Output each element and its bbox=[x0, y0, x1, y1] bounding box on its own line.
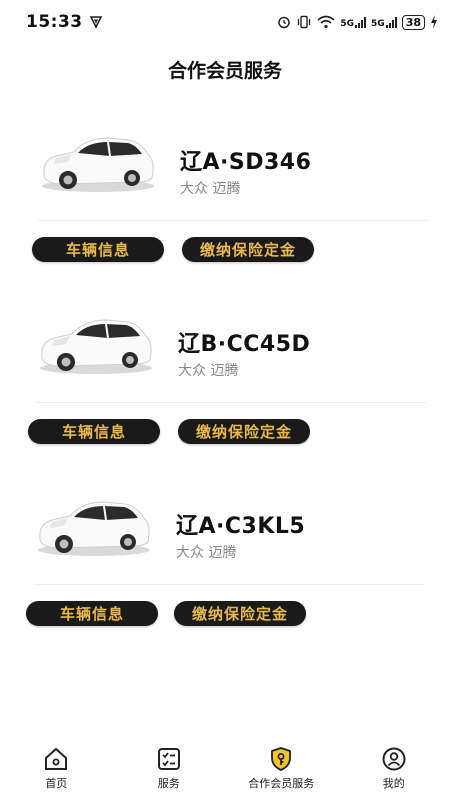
network-type-1: 5G bbox=[340, 19, 355, 29]
car-card[interactable]: 辽B·CC45D 大众 迈腾 车辆信息 缴纳保险定金 bbox=[28, 306, 450, 476]
vehicle-info-button[interactable]: 车辆信息 bbox=[28, 419, 160, 444]
car-card[interactable]: 辽A·SD346 大众 迈腾 车辆信息 缴纳保险定金 bbox=[32, 124, 450, 294]
tab-service[interactable]: 服务 bbox=[114, 740, 224, 791]
network-type-2: 5G bbox=[371, 19, 385, 29]
battery-indicator: 38 bbox=[401, 14, 425, 30]
pay-deposit-button[interactable]: 缴纳保险定金 bbox=[182, 237, 314, 262]
divider bbox=[34, 584, 424, 585]
tab-member-service[interactable]: 合作会员服务 bbox=[226, 740, 336, 791]
car-image bbox=[36, 308, 156, 378]
car-image bbox=[34, 490, 154, 560]
car-model: 大众 迈腾 bbox=[180, 181, 241, 197]
wifi-icon bbox=[317, 15, 335, 29]
status-time: 15:33 bbox=[26, 12, 83, 32]
car-model: 大众 迈腾 bbox=[178, 363, 239, 379]
vehicle-info-button[interactable]: 车辆信息 bbox=[26, 601, 158, 626]
divider bbox=[38, 220, 428, 221]
status-bar: 15:33 5G 5G 38 bbox=[0, 0, 450, 44]
user-icon bbox=[382, 747, 406, 771]
vpn-icon bbox=[89, 16, 102, 29]
car-image bbox=[38, 126, 158, 196]
car-card[interactable]: 辽A·C3KL5 大众 迈腾 车辆信息 缴纳保险定金 bbox=[26, 488, 450, 658]
tab-mine[interactable]: 我的 bbox=[339, 740, 449, 791]
car-plate: 辽A·C3KL5 bbox=[176, 514, 306, 539]
car-model: 大众 迈腾 bbox=[176, 545, 237, 561]
signal-icon bbox=[355, 16, 367, 28]
vibrate-icon bbox=[298, 15, 311, 29]
car-plate: 辽B·CC45D bbox=[178, 332, 311, 357]
tab-home[interactable]: 首页 bbox=[1, 740, 111, 791]
tab-label: 我的 bbox=[382, 777, 405, 790]
pay-deposit-button[interactable]: 缴纳保险定金 bbox=[178, 419, 310, 444]
charging-icon bbox=[431, 15, 437, 29]
tab-label: 合作会员服务 bbox=[248, 777, 315, 790]
pay-deposit-button[interactable]: 缴纳保险定金 bbox=[174, 601, 306, 626]
shield-key-icon bbox=[271, 747, 292, 771]
page-title: 合作会员服务 bbox=[167, 60, 282, 82]
car-plate: 辽A·SD346 bbox=[180, 150, 312, 175]
vehicle-info-button[interactable]: 车辆信息 bbox=[32, 237, 164, 262]
tab-label: 首页 bbox=[45, 777, 68, 790]
home-icon bbox=[45, 748, 68, 770]
divider bbox=[36, 402, 426, 403]
tab-label: 服务 bbox=[157, 777, 180, 790]
service-list-icon bbox=[157, 748, 180, 770]
alarm-icon bbox=[278, 16, 291, 29]
bottom-tab-bar: 首页 服务 合作会员服务 我的 bbox=[0, 740, 450, 800]
signal-icon bbox=[385, 16, 397, 28]
